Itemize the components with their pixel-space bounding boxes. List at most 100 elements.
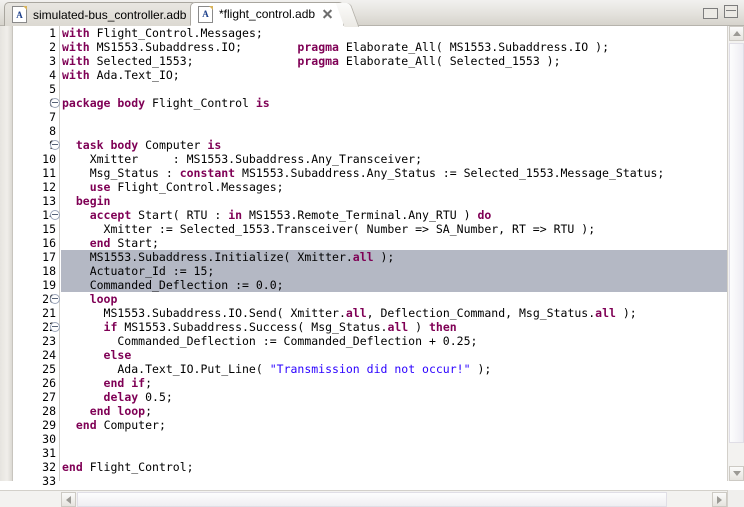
line-number: 2 (49, 40, 56, 54)
code-line[interactable]: if MS1553.Subaddress.Success( Msg_Status… (61, 320, 727, 334)
fold-collapse-icon[interactable] (50, 98, 60, 108)
code-line[interactable]: with Flight_Control.Messages; (61, 26, 727, 40)
line-number: 27 (42, 390, 56, 404)
code-line[interactable]: else (61, 348, 727, 362)
tab-simulated-bus-controller[interactable]: A simulated-bus_controller.adb (4, 2, 198, 26)
line-number: 10 (42, 152, 56, 166)
line-number: 21 (42, 306, 56, 320)
line-number: 18 (42, 264, 56, 278)
code-text: ); (373, 250, 395, 264)
code-line[interactable] (61, 82, 727, 96)
code-line[interactable]: MS1553.Subaddress.Initialize( Xmitter.al… (61, 250, 727, 264)
code-line[interactable]: Commanded_Deflection := 0.0; (61, 278, 727, 292)
code-line[interactable]: with MS1553.Subaddress.IO; pragma Elabor… (61, 40, 727, 54)
chevron-down-icon[interactable] (729, 466, 744, 481)
line-number: 6 (14, 96, 60, 110)
line-number: 14 (14, 208, 60, 222)
ada-file-icon: A (198, 5, 213, 23)
code-text: Flight_Control.Messages; (110, 180, 284, 194)
line-number: 29 (42, 418, 56, 432)
fold-collapse-icon[interactable] (50, 322, 60, 332)
code-line[interactable]: accept Start( RTU : in MS1553.Remote_Ter… (61, 208, 727, 222)
code-line[interactable]: Ada.Text_IO.Put_Line( "Transmission did … (61, 362, 727, 376)
overview-ruler[interactable] (0, 26, 13, 481)
code-line[interactable] (61, 124, 727, 138)
line-number: 7 (49, 110, 56, 124)
vertical-scrollbar-thumb[interactable] (729, 43, 744, 443)
code-line[interactable]: begin (61, 194, 727, 208)
code-text: Commanded_Deflection := Commanded_Deflec… (62, 334, 478, 348)
minimize-button[interactable] (703, 8, 718, 19)
code-line[interactable]: end Flight_Control; (61, 460, 727, 474)
code-keyword: begin (75, 194, 111, 208)
close-icon[interactable] (322, 9, 333, 20)
code-keyword: delay (103, 390, 139, 404)
code-line[interactable]: with Ada.Text_IO; (61, 68, 727, 82)
code-line[interactable]: Xmitter := Selected_1553.Transceiver( Nu… (61, 222, 727, 236)
fold-collapse-icon[interactable] (50, 294, 60, 304)
code-keyword: all (352, 250, 374, 264)
code-line[interactable]: task body Computer is (61, 138, 727, 152)
chevron-right-icon[interactable] (712, 492, 727, 507)
code-text: Xmitter : MS1553.Subaddress.Any_Transcei… (62, 152, 423, 166)
line-number: 16 (42, 236, 56, 250)
code-line[interactable] (61, 474, 727, 481)
code-line[interactable]: MS1553.Subaddress.IO.Send( Xmitter.all, … (61, 306, 727, 320)
code-line[interactable]: end Computer; (61, 418, 727, 432)
code-line[interactable]: package body Flight_Control is (61, 96, 727, 110)
code-keyword: end (75, 418, 97, 432)
code-keyword: use (89, 180, 111, 194)
code-line[interactable]: end Start; (61, 236, 727, 250)
code-keyword: is (207, 138, 222, 152)
horizontal-scrollbar-thumb[interactable] (77, 492, 667, 507)
code-text: 0.5; (138, 390, 173, 404)
line-number-gutter[interactable]: 1234567891011121314151617181920212223242… (14, 26, 60, 488)
code-keyword: else (103, 348, 132, 362)
code-line[interactable]: use Flight_Control.Messages; (61, 180, 727, 194)
chevron-up-icon[interactable] (729, 26, 744, 41)
code-keyword: with (62, 54, 90, 68)
line-number: 15 (42, 222, 56, 236)
tab-flight-control[interactable]: A *flight_control.adb (190, 2, 345, 26)
code-text: Start( RTU : (131, 208, 229, 222)
code-line[interactable] (61, 110, 727, 124)
code-string: "Transmission did not occur!" (269, 362, 471, 376)
code-keyword: is (255, 96, 270, 110)
code-line[interactable]: Xmitter : MS1553.Subaddress.Any_Transcei… (61, 152, 727, 166)
code-line[interactable] (61, 432, 727, 446)
code-keyword: all (387, 320, 409, 334)
line-number: 8 (49, 124, 56, 138)
line-number: 17 (42, 250, 56, 264)
code-keyword: do (477, 208, 492, 222)
vertical-scrollbar[interactable] (727, 26, 744, 481)
code-line[interactable]: Commanded_Deflection := Commanded_Deflec… (61, 334, 727, 348)
code-line[interactable]: loop (61, 292, 727, 306)
tab-label: *flight_control.adb (219, 7, 316, 21)
code-line[interactable]: end loop; (61, 404, 727, 418)
code-text: Start; (110, 236, 159, 250)
fold-collapse-icon[interactable] (50, 210, 60, 220)
code-text-area[interactable]: with Flight_Control.Messages; with MS1553… (61, 26, 727, 481)
code-text: Flight_Control; (82, 460, 194, 474)
code-line[interactable]: Msg_Status : constant MS1553.Subaddress.… (61, 166, 727, 180)
line-number: 32 (42, 460, 56, 474)
line-number: 13 (42, 194, 56, 208)
chevron-left-icon[interactable] (61, 492, 76, 507)
window-controls (703, 5, 738, 19)
line-number: 24 (42, 348, 56, 362)
fold-collapse-icon[interactable] (50, 140, 60, 150)
code-text: Flight_Control.Messages; (89, 26, 263, 40)
code-keyword: in (228, 208, 243, 222)
code-line[interactable]: delay 0.5; (61, 390, 727, 404)
horizontal-scrollbar[interactable] (0, 490, 744, 507)
code-text: , Deflection_Command, Msg_Status. (366, 306, 596, 320)
code-line[interactable]: end if; (61, 376, 727, 390)
code-keyword: pragma (297, 40, 339, 54)
code-line[interactable]: Actuator_Id := 15; (61, 264, 727, 278)
code-line[interactable] (61, 446, 727, 460)
maximize-button[interactable] (724, 5, 738, 18)
code-line[interactable]: with Selected_1553; pragma Elaborate_All… (61, 54, 727, 68)
